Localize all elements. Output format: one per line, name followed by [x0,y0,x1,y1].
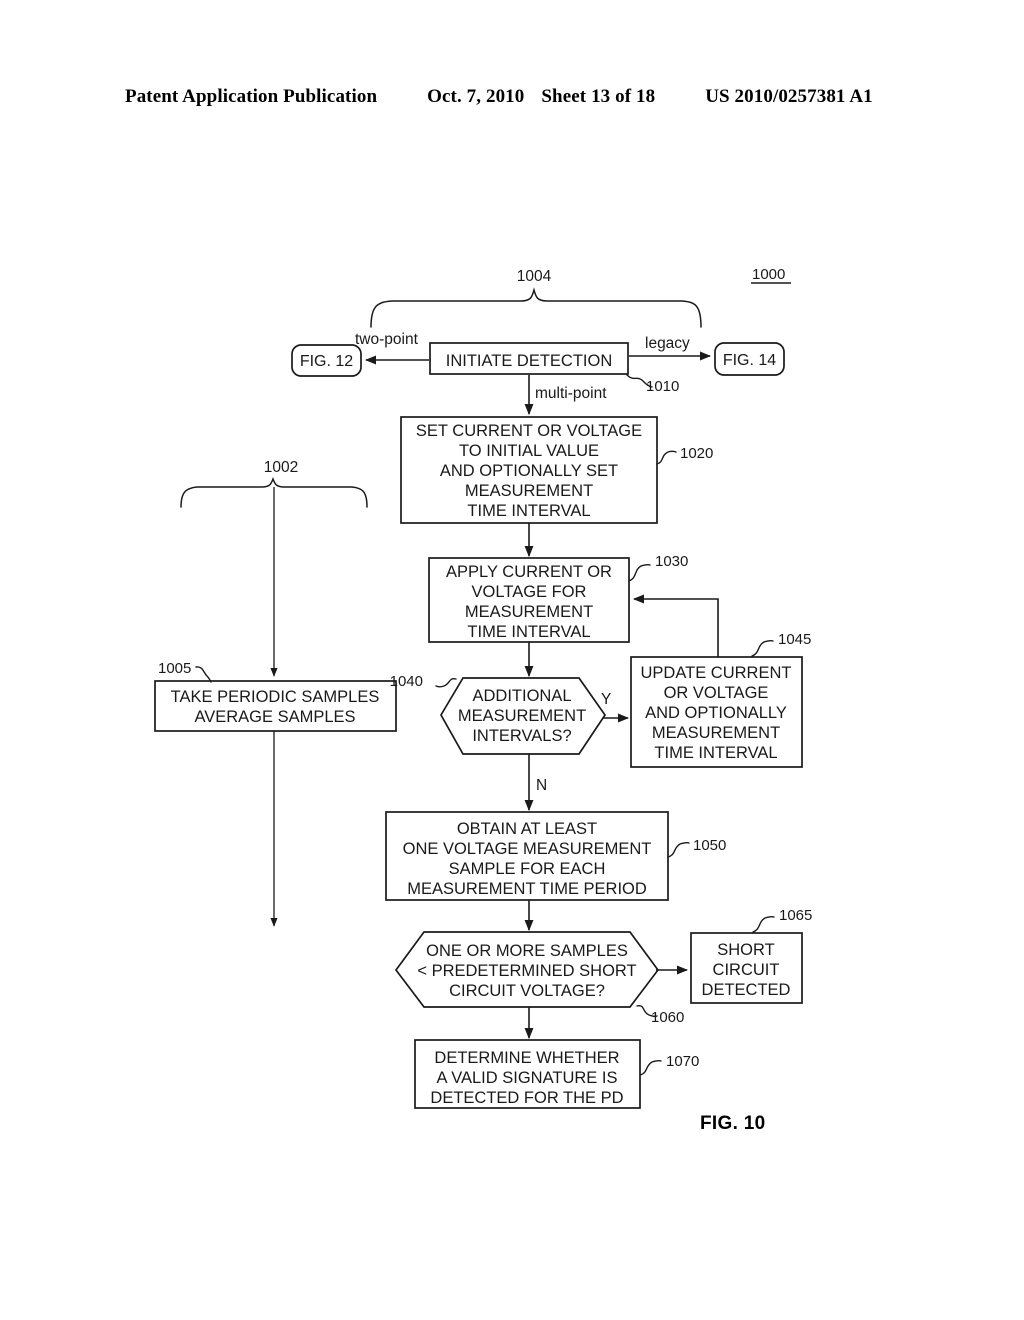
node-determine-line-1: DETERMINE WHETHER [434,1049,619,1067]
node-determine-line-3: DETECTED FOR THE PD [430,1089,623,1107]
ref-1030: 1030 [655,553,688,570]
node-set-line-1: SET CURRENT OR VOLTAGE [416,422,642,440]
leader-1045 [751,639,774,657]
ref-1010: 1010 [646,378,679,395]
ref-1045: 1045 [778,631,811,648]
bracket-1004 [370,287,702,328]
ref-1070: 1070 [666,1053,699,1070]
flowchart-figure: 1000 1004 FIG. 12 FIG. 14 INITIATE DETEC… [154,266,812,1109]
node-update-line-2: OR VOLTAGE [664,684,769,702]
node-samples-line-1: TAKE PERIODIC SAMPLES [171,688,380,706]
node-set-line-5: TIME INTERVAL [467,502,590,520]
node-short-test-line-3: CIRCUIT VOLTAGE? [449,982,605,1000]
ref-1065: 1065 [779,907,812,924]
node-initiate-detection-label: INITIATE DETECTION [446,352,613,370]
leader-1050 [667,841,690,858]
edge-no-label: N [536,777,547,794]
node-update-line-3: AND OPTIONALLY [645,704,787,722]
edge-update-feedback [632,594,719,657]
node-determine-line-2: A VALID SIGNATURE IS [437,1069,618,1087]
leader-1040 [435,677,457,688]
edge-multi-point-label: multi-point [535,385,607,402]
node-short-detected-line-3: DETECTED [702,981,791,999]
node-apply-line-1: APPLY CURRENT OR [446,563,612,581]
ref-1020: 1020 [680,445,713,462]
node-obtain-line-4: MEASUREMENT TIME PERIOD [407,880,647,898]
node-update-line-1: UPDATE CURRENT [641,664,792,682]
node-samples-line-2: AVERAGE SAMPLES [194,708,355,726]
edge-yes-label: Y [601,691,611,708]
ref-1000: 1000 [752,266,785,283]
node-apply-line-3: MEASUREMENT [465,603,593,621]
node-additional-line-1: ADDITIONAL [472,687,571,705]
node-short-detected-line-2: CIRCUIT [713,961,780,979]
node-short-detected-line-1: SHORT [717,941,774,959]
ref-1060: 1060 [651,1009,684,1026]
ref-1050: 1050 [693,837,726,854]
edge-legacy-label: legacy [645,335,690,352]
ref-1005: 1005 [158,660,191,677]
leader-1070 [639,1059,662,1076]
node-additional-line-2: MEASUREMENT [458,707,586,725]
node-fig-12-label: FIG. 12 [300,353,353,370]
patent-page: Patent Application Publication Oct. 7, 2… [0,0,1024,1320]
node-additional-line-3: INTERVALS? [472,727,571,745]
node-update-line-4: MEASUREMENT [652,724,780,742]
node-obtain-line-1: OBTAIN AT LEAST [457,820,597,838]
leader-1065 [752,915,775,933]
node-short-test-line-1: ONE OR MORE SAMPLES [426,942,628,960]
node-apply-line-4: TIME INTERVAL [467,623,590,641]
edge-two-point-label: two-point [355,331,419,348]
leader-1020 [656,450,677,465]
leader-1005 [195,666,212,683]
ref-1004: 1004 [517,268,552,285]
node-set-line-4: MEASUREMENT [465,482,593,500]
node-set-line-3: AND OPTIONALLY SET [440,462,618,480]
node-fig-14-label: FIG. 14 [723,352,776,369]
node-obtain-line-3: SAMPLE FOR EACH [449,860,606,878]
figure-caption: FIG. 10 [700,1113,766,1134]
leader-1030 [628,563,651,582]
node-set-line-2: TO INITIAL VALUE [459,442,599,460]
ref-1002: 1002 [264,459,298,476]
node-short-test-line-2: < PREDETERMINED SHORT [417,962,636,980]
node-update-line-5: TIME INTERVAL [654,744,777,762]
node-apply-line-2: VOLTAGE FOR [472,583,587,601]
node-obtain-line-2: ONE VOLTAGE MEASUREMENT [403,840,652,858]
